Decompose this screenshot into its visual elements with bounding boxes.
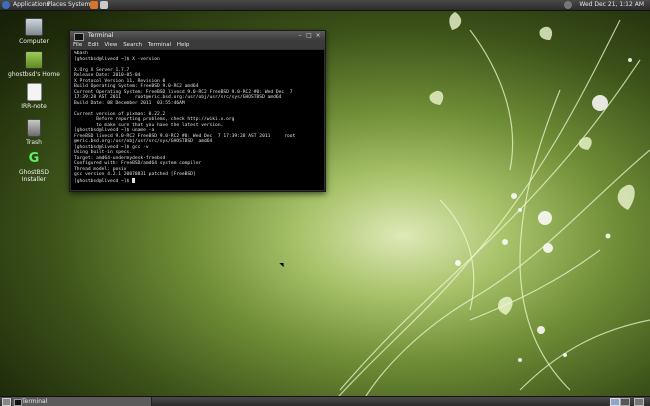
desktop-icon-label: ghostbsd's Home <box>8 71 60 78</box>
computer-icon <box>25 18 43 36</box>
panel-clock[interactable]: Wed Dec 21, 1:12 AM <box>579 0 644 10</box>
terminal-app-icon <box>74 33 84 41</box>
top-panel: Applications Places System Wed Dec 21, 1… <box>0 0 650 11</box>
trash-applet-icon[interactable] <box>634 398 644 406</box>
user-switcher-icon[interactable] <box>564 1 572 9</box>
menu-places[interactable]: Places <box>47 0 66 10</box>
menu-terminal[interactable]: Terminal <box>148 42 171 48</box>
text-file-icon <box>26 83 42 101</box>
menu-view[interactable]: View <box>104 42 117 48</box>
menu-edit[interactable]: Edit <box>88 42 99 48</box>
gnome-foot-icon[interactable] <box>2 1 10 9</box>
mail-launcher-icon[interactable] <box>100 1 108 9</box>
desktop-icon-home[interactable]: ghostbsd's Home <box>6 51 62 78</box>
terminal-menubar: File Edit View Search Terminal Help <box>70 41 325 49</box>
terminal-cursor <box>132 177 136 183</box>
desktop-icon-label: GhostBSD Installer <box>18 169 50 183</box>
desktop-icon-trash[interactable]: Trash <box>6 119 62 146</box>
desktop-icon-irr-note[interactable]: IRR-note <box>6 83 62 110</box>
minimize-button[interactable]: – <box>297 33 303 39</box>
taskbar-item-label: Terminal <box>22 398 48 405</box>
menu-search[interactable]: Search <box>123 42 142 48</box>
ghostbsd-installer-icon: G <box>28 151 40 166</box>
desktop-icon-label: IRR-note <box>21 103 47 110</box>
bottom-panel: Terminal <box>0 396 650 406</box>
menu-file[interactable]: File <box>73 42 82 48</box>
workspace-2-icon[interactable] <box>620 398 630 406</box>
firefox-launcher-icon[interactable] <box>90 1 98 9</box>
show-desktop-icon[interactable] <box>2 398 11 406</box>
desktop-icon-installer[interactable]: G GhostBSD Installer <box>6 151 62 183</box>
menu-applications[interactable]: Applications <box>13 0 50 10</box>
taskbar-item-terminal[interactable]: Terminal <box>12 397 152 406</box>
home-folder-icon <box>25 51 43 69</box>
desktop-icon-label: Computer <box>19 38 49 45</box>
terminal-output[interactable]: %bash [ghostbsd@livecd ~]$ X -version X.O… <box>71 50 324 190</box>
desktop-icon-label: Trash <box>26 139 42 146</box>
maximize-button[interactable]: □ <box>306 33 312 39</box>
terminal-title: Terminal <box>88 32 114 39</box>
workspace-1-icon[interactable] <box>610 398 620 406</box>
menu-help[interactable]: Help <box>177 42 190 48</box>
menu-system[interactable]: System <box>68 0 90 10</box>
desktop-icon-computer[interactable]: Computer <box>6 18 62 45</box>
trash-icon <box>27 119 41 137</box>
close-button[interactable]: × <box>315 33 321 39</box>
terminal-titlebar[interactable]: Terminal – □ × <box>70 31 325 41</box>
terminal-task-icon <box>14 399 22 406</box>
terminal-line: [ghostbsd@livecd ~]$ <box>74 177 321 185</box>
terminal-window[interactable]: Terminal – □ × File Edit View Search Ter… <box>69 30 326 192</box>
